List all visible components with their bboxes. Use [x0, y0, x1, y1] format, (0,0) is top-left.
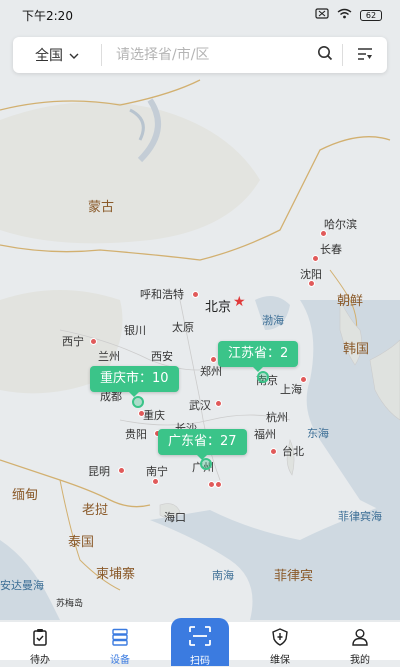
city-dot — [215, 400, 222, 407]
map-label-andaman-sea: 安达曼海 — [0, 579, 44, 592]
city-dot — [308, 280, 315, 287]
tab-label: 我的 — [350, 655, 370, 666]
battery-icon: 62 — [360, 9, 382, 21]
tab-maintenance[interactable]: 维保 — [240, 622, 320, 666]
map-label-nanning: 南宁 — [146, 465, 168, 478]
clipboard-icon — [31, 628, 49, 649]
map-label-changchun: 长春 — [320, 243, 342, 256]
city-dot — [152, 478, 159, 485]
city-dot — [192, 291, 199, 298]
tab-mine[interactable]: 我的 — [320, 622, 400, 666]
map-label-lanzhou: 兰州 — [98, 350, 120, 363]
location-pin-chongqing[interactable] — [132, 396, 144, 408]
tab-label: 待办 — [30, 655, 50, 666]
wrench-shield-icon — [271, 628, 289, 649]
region-select[interactable]: 全国 — [13, 45, 101, 65]
city-dot — [300, 376, 307, 383]
map-label-yinchuan: 银川 — [124, 324, 146, 337]
search-icon — [317, 45, 333, 65]
city-dot — [312, 255, 319, 262]
tab-devices[interactable]: 设备 — [80, 622, 160, 666]
search-button[interactable] — [308, 37, 342, 73]
user-icon — [351, 628, 369, 649]
map-label-thailand: 泰国 — [68, 535, 95, 550]
search-input[interactable] — [102, 47, 308, 63]
map-label-guiyang: 贵阳 — [125, 428, 147, 441]
map-label-hohhot: 呼和浩特 — [140, 288, 184, 301]
tab-label: 维保 — [270, 655, 290, 666]
map-label-bohai: 渤海 — [262, 314, 284, 327]
map-label-xian: 西安 — [151, 350, 173, 363]
map-label-beijing: 北京 — [205, 300, 232, 315]
city-dot — [320, 230, 327, 237]
status-icons: 62 — [315, 8, 382, 22]
tab-label: 设备 — [110, 655, 130, 666]
map-label-harbin: 哈尔滨 — [324, 218, 357, 231]
city-dot — [270, 448, 277, 455]
notification-off-icon — [315, 8, 329, 22]
map-label-laos: 老挝 — [82, 503, 109, 518]
capital-star-icon: ★ — [233, 294, 246, 310]
map-label-hangzhou: 杭州 — [266, 411, 288, 424]
map-label-south-korea: 韩国 — [343, 342, 370, 357]
location-pin-jiangsu[interactable] — [257, 371, 269, 383]
chevron-down-icon — [69, 47, 79, 63]
map-label-fuzhou: 福州 — [254, 428, 276, 441]
map-background[interactable] — [0, 0, 400, 660]
map-label-haikou: 海口 — [164, 511, 186, 524]
stat-bubble-chongqing[interactable]: 重庆市：10 — [90, 366, 179, 397]
status-bar: 下午2:20 62 — [0, 0, 400, 30]
city-dot — [118, 467, 125, 474]
scan-icon — [188, 625, 212, 650]
map-label-wuhan: 武汉 — [189, 399, 211, 412]
map-label-north-korea: 朝鲜 — [337, 294, 364, 309]
map-label-mongolia: 蒙古 — [88, 200, 115, 215]
map-label-shanghai: 上海 — [280, 383, 302, 396]
status-time: 下午2:20 — [22, 8, 73, 23]
map-label-philippine-sea: 菲律宾海 — [338, 510, 382, 523]
location-pin-guangdong[interactable] — [200, 458, 212, 470]
filter-button[interactable] — [343, 37, 387, 73]
region-select-label: 全国 — [35, 48, 63, 64]
stat-bubble-jiangsu[interactable]: 江苏省：2 — [218, 341, 299, 372]
stat-bubble-guangdong[interactable]: 广东省：27 — [158, 429, 247, 460]
map-label-taipei: 台北 — [282, 445, 304, 458]
map-label-chongqing: 重庆 — [143, 409, 165, 422]
map-label-sumei: 苏梅岛 — [56, 599, 84, 609]
map-label-cambodia: 柬埔寨 — [96, 567, 136, 582]
filter-sort-icon — [357, 46, 373, 65]
map-label-south-china-sea: 南海 — [212, 569, 234, 582]
map-label-kunming: 昆明 — [88, 465, 110, 478]
city-dot — [90, 338, 97, 345]
city-dot — [215, 481, 222, 488]
city-dot — [210, 356, 217, 363]
map-label-philippines: 菲律宾 — [274, 569, 314, 584]
scan-button[interactable]: 扫码 — [171, 618, 229, 667]
map-label-east-china-sea: 东海 — [307, 427, 329, 440]
map-label-myanmar: 缅甸 — [12, 488, 39, 503]
tab-todo[interactable]: 待办 — [0, 622, 80, 666]
wifi-icon — [337, 8, 352, 22]
server-icon — [111, 628, 129, 649]
city-dot — [208, 481, 215, 488]
city-dot — [138, 410, 145, 417]
search-bar: 全国 — [13, 37, 387, 73]
map-label-xining: 西宁 — [62, 335, 84, 348]
map-label-taiyuan: 太原 — [172, 321, 194, 334]
